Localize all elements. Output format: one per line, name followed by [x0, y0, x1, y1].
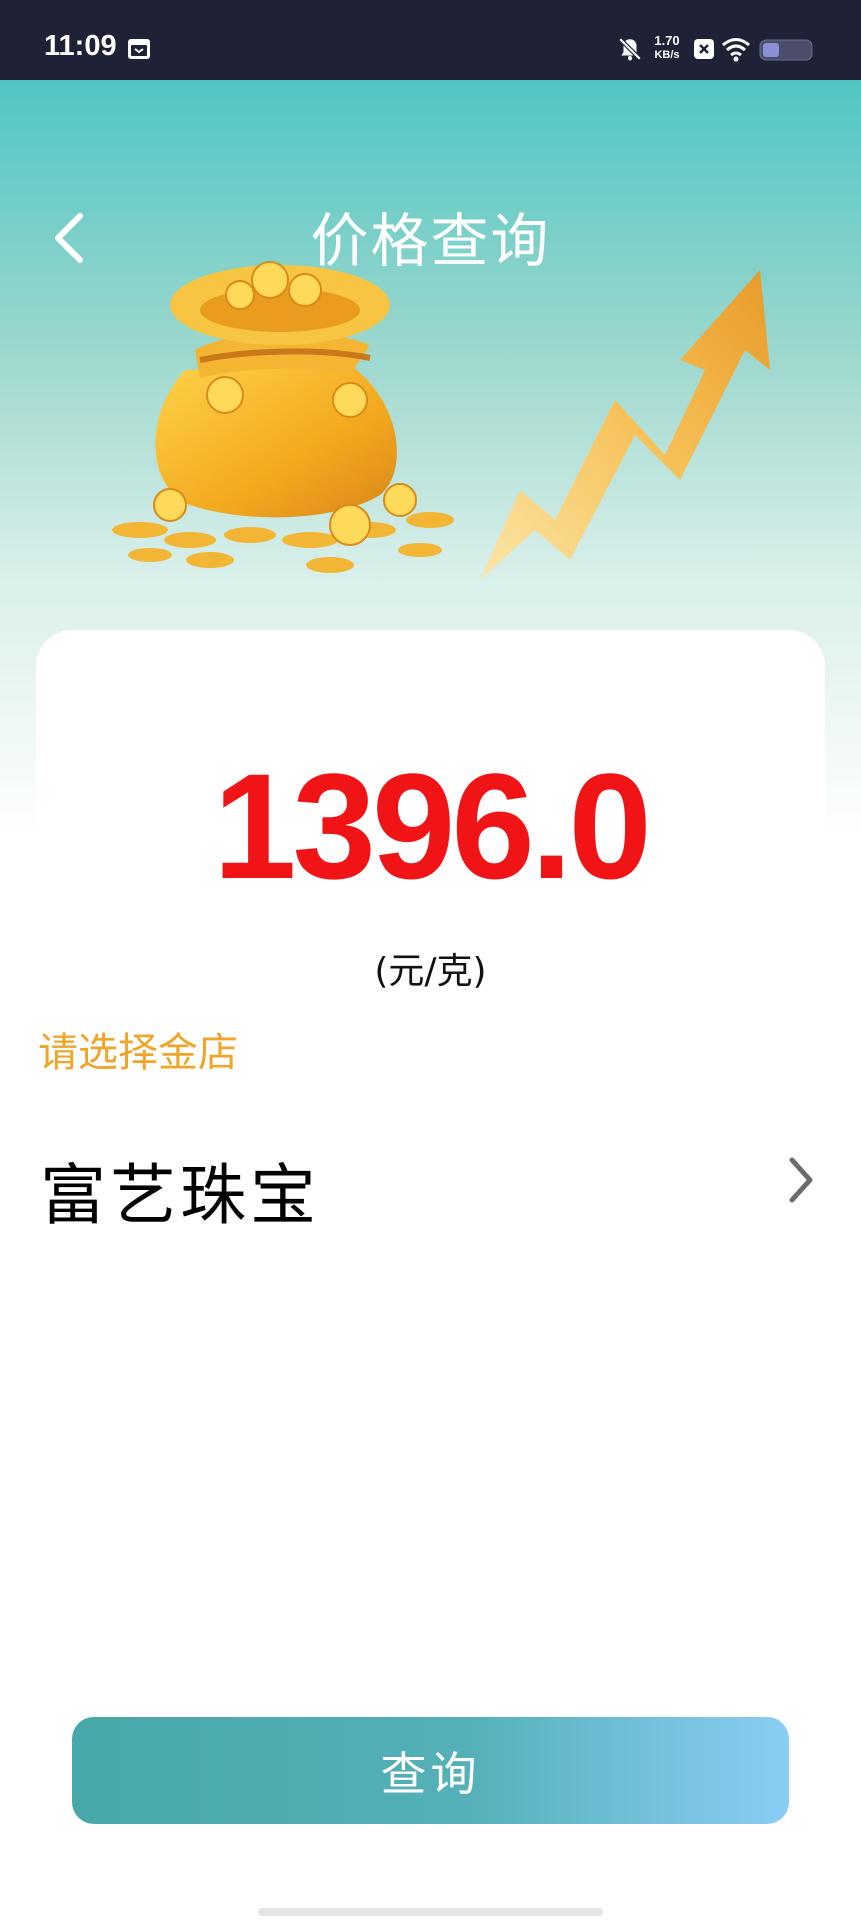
battery-icon	[759, 39, 813, 61]
net-speed: 1.70 KB/s	[649, 34, 685, 62]
mute-bell-icon	[618, 37, 642, 61]
gold-price-value: 1396.0	[213, 742, 652, 910]
status-time: 11:09	[44, 30, 117, 62]
status-bar: 11:09 1.70 KB/s	[0, 0, 861, 80]
store-selector[interactable]: 富艺珠宝	[30, 1130, 820, 1234]
net-speed-value: 1.70	[654, 33, 680, 48]
net-speed-unit: KB/s	[654, 49, 680, 61]
notification-x-icon	[694, 39, 714, 59]
store-name: 富艺珠宝	[40, 1157, 320, 1234]
price-unit: (元/克)	[374, 951, 487, 992]
select-store-label: 请选择金店	[38, 1030, 238, 1076]
wifi-icon	[722, 38, 750, 62]
query-button[interactable]: 查询	[72, 1717, 789, 1824]
home-indicator[interactable]	[258, 1908, 603, 1916]
chevron-right-icon	[789, 1157, 813, 1203]
gold-bag-illustration	[112, 261, 770, 580]
calendar-icon	[128, 39, 150, 59]
